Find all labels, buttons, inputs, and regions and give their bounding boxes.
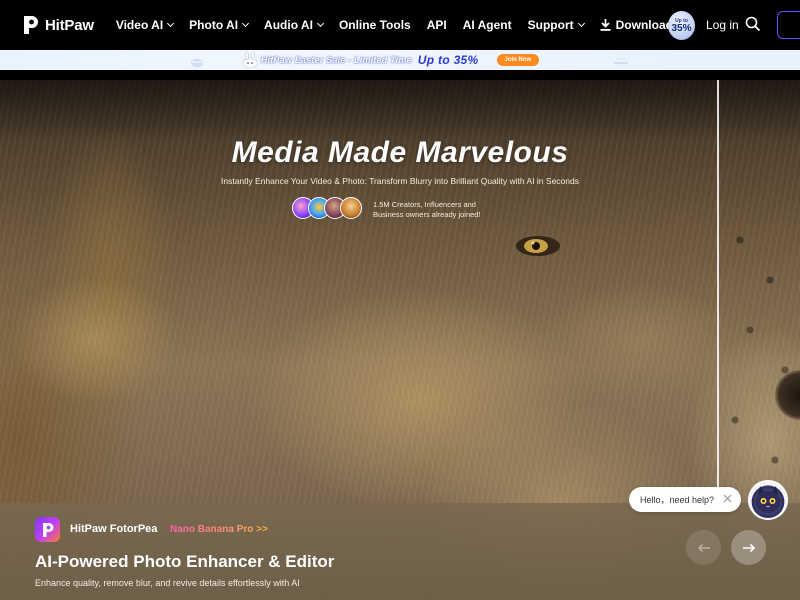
hero-top-shade <box>0 80 800 140</box>
brand-name: HitPaw <box>45 16 94 34</box>
lion-eye-icon <box>516 236 560 256</box>
nav-item-ai-agent[interactable]: AI Agent <box>463 18 512 32</box>
chevron-down-icon <box>577 19 585 28</box>
sparkle-decoration-icon <box>614 58 628 64</box>
nav-item-photo-ai[interactable]: Photo AI <box>189 18 250 32</box>
nav-item-support[interactable]: Support <box>527 18 585 32</box>
social-proof-line: 1.5M Creators, Influencers and <box>373 200 476 209</box>
carousel-next-button[interactable] <box>731 530 766 565</box>
nav-item-audio-ai[interactable]: Audio AI <box>264 18 324 32</box>
promo-banner[interactable]: HitPaw Easter Sale - Limited Time Up to … <box>0 50 800 70</box>
download-label: Download <box>615 18 673 32</box>
fotorpea-p-icon <box>42 522 53 537</box>
chevron-down-icon <box>167 19 175 28</box>
nav-item-label: Online Tools <box>338 18 411 32</box>
product-subtitle: Enhance quality, remove blur, and revive… <box>35 578 300 588</box>
creator-avatars <box>292 197 362 219</box>
brand-logo[interactable]: HitPaw <box>22 14 94 36</box>
nav-item-api[interactable]: API <box>427 18 447 32</box>
chevron-down-icon <box>316 19 324 28</box>
social-proof-line: Business owners already joined! <box>373 210 481 219</box>
product-panel: HitPaw FotorPea Nano Banana Pro >> AI-Po… <box>0 503 800 600</box>
download-icon <box>600 19 611 31</box>
nano-banana-link[interactable]: Nano Banana Pro >> <box>170 524 268 535</box>
nav-cta-button[interactable] <box>777 11 800 39</box>
nav-item-label: Video AI <box>115 18 164 32</box>
search-icon[interactable] <box>745 16 761 32</box>
chat-greeting: Hello，need help? <box>640 495 715 505</box>
promo-text: HitPaw Easter Sale - Limited Time <box>260 55 412 65</box>
close-icon[interactable] <box>723 494 732 503</box>
login-link[interactable]: Log in <box>706 18 739 32</box>
hero-spots-overlay <box>720 200 800 500</box>
hero-subtitle: Instantly Enhance Your Video & Photo: Tr… <box>221 176 579 186</box>
download-link[interactable]: Download <box>600 18 673 32</box>
nav-item-label: Photo AI <box>189 18 239 32</box>
fotorpea-logo-icon <box>35 517 60 542</box>
arrow-right-icon <box>742 543 755 552</box>
product-name: HitPaw FotorPea <box>70 523 158 535</box>
nav-menu: Video AI Photo AI Audio AI Online Tools … <box>116 18 689 32</box>
chat-bubble[interactable]: Hello，need help? <box>629 487 741 512</box>
cat-mascot-icon <box>756 486 780 513</box>
hero-title: Media Made Marvelous <box>231 136 569 169</box>
product-title: AI-Powered Photo Enhancer & Editor <box>35 552 335 571</box>
carousel-prev-button[interactable] <box>686 530 721 565</box>
sale-badge-percent: 35% <box>671 22 692 34</box>
nav-item-label: AI Agent <box>462 18 512 32</box>
nav-item-video-ai[interactable]: Video AI <box>115 18 175 32</box>
egg-decoration-icon <box>191 58 203 68</box>
nav-item-label: API <box>426 18 447 32</box>
bunny-decoration-icon <box>242 52 258 68</box>
arrow-left-icon <box>697 543 710 552</box>
chevron-down-icon <box>242 19 250 28</box>
chat-assistant-avatar[interactable] <box>748 480 788 520</box>
social-proof-text: 1.5M Creators, Influencers and Business … <box>373 200 503 220</box>
avatar <box>340 197 362 219</box>
nav-item-online-tools[interactable]: Online Tools <box>339 18 411 32</box>
sale-badge[interactable]: Up to 35% <box>668 11 695 40</box>
hitpaw-logo-icon <box>24 16 38 34</box>
nav-item-label: Audio AI <box>264 18 313 32</box>
promo-highlight: Up to 35% <box>417 53 479 67</box>
promo-join-button[interactable]: Join Now <box>496 54 540 66</box>
nav-item-label: Support <box>527 18 574 32</box>
